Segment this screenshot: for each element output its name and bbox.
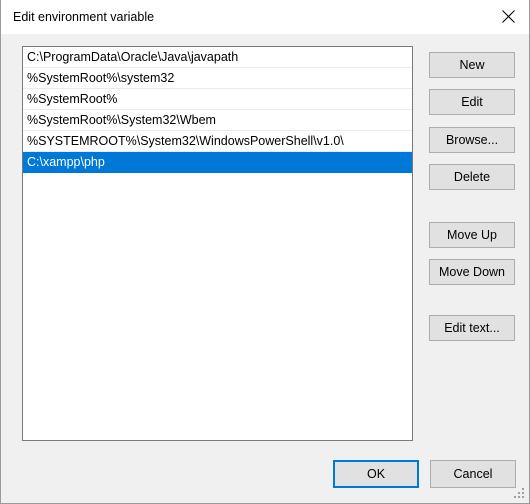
title-bar: Edit environment variable bbox=[1, 0, 530, 35]
browse-button[interactable]: Browse... bbox=[429, 127, 515, 153]
cancel-button[interactable]: Cancel bbox=[430, 460, 516, 488]
path-list[interactable]: C:\ProgramData\Oracle\Java\javapath %Sys… bbox=[22, 46, 413, 441]
list-item[interactable]: %SYSTEMROOT%\System32\WindowsPowerShell\… bbox=[23, 131, 412, 152]
move-up-button[interactable]: Move Up bbox=[429, 222, 515, 248]
list-item-selected[interactable]: C:\xampp\php bbox=[23, 152, 412, 173]
move-down-button[interactable]: Move Down bbox=[429, 259, 515, 285]
list-empty-area bbox=[23, 173, 412, 441]
edit-button[interactable]: Edit bbox=[429, 89, 515, 115]
edit-environment-variable-dialog: Edit environment variable C:\ProgramData… bbox=[0, 0, 530, 504]
edit-text-button[interactable]: Edit text... bbox=[429, 315, 515, 341]
list-item[interactable]: %SystemRoot%\system32 bbox=[23, 68, 412, 89]
list-item[interactable]: C:\ProgramData\Oracle\Java\javapath bbox=[23, 47, 412, 68]
list-item[interactable]: %SystemRoot%\System32\Wbem bbox=[23, 110, 412, 131]
ok-button[interactable]: OK bbox=[333, 460, 419, 488]
close-button[interactable] bbox=[485, 0, 530, 33]
new-button[interactable]: New bbox=[429, 52, 515, 78]
resize-grip-icon[interactable] bbox=[513, 487, 525, 499]
list-item[interactable]: %SystemRoot% bbox=[23, 89, 412, 110]
close-icon bbox=[502, 10, 515, 23]
delete-button[interactable]: Delete bbox=[429, 164, 515, 190]
page-title: Edit environment variable bbox=[13, 9, 154, 25]
